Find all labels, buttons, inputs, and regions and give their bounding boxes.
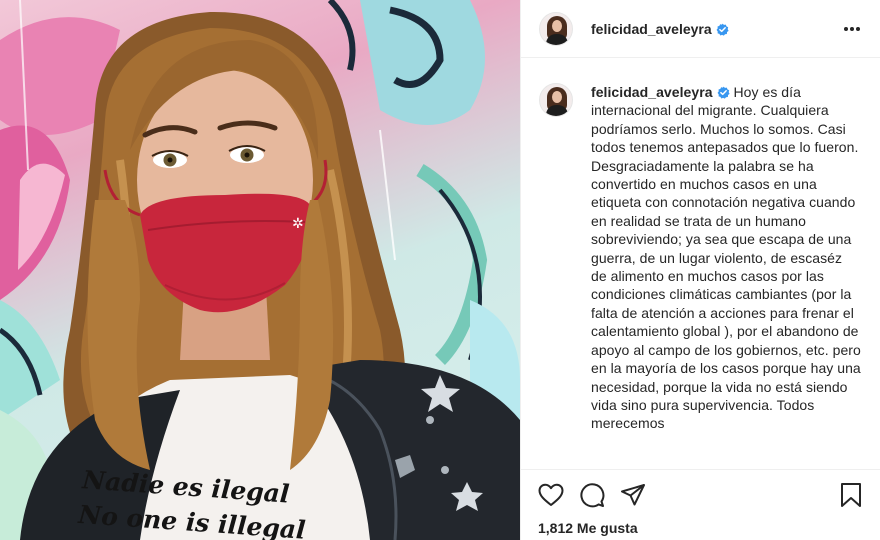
comments-area[interactable]: felicidad_aveleyra Hoy es día internacio… xyxy=(521,59,880,469)
share-icon[interactable] xyxy=(619,481,647,509)
post-side-panel: felicidad_aveleyra felicidad_aveleyra Ho… xyxy=(520,0,880,540)
post-photo[interactable]: ✲ Nadie es ilegal No one is illegal xyxy=(0,0,520,540)
instagram-post: ✲ Nadie es ilegal No one is illegal feli… xyxy=(0,0,880,540)
post-caption: felicidad_aveleyra Hoy es día internacio… xyxy=(591,83,861,433)
comment-icon[interactable] xyxy=(578,481,606,509)
caption-username[interactable]: felicidad_aveleyra xyxy=(591,84,713,100)
more-horizontal-icon[interactable] xyxy=(840,17,864,41)
header-username[interactable]: felicidad_aveleyra xyxy=(591,21,729,37)
post-header: felicidad_aveleyra xyxy=(521,0,880,58)
bookmark-icon[interactable] xyxy=(837,481,865,509)
header-username-text[interactable]: felicidad_aveleyra xyxy=(591,21,712,37)
verified-badge-icon xyxy=(716,23,729,36)
heart-icon[interactable] xyxy=(537,481,565,509)
caption-avatar[interactable] xyxy=(539,83,573,117)
caption-text: Hoy es día internacional del migrante. C… xyxy=(591,84,861,432)
photo-illustration: ✲ Nadie es ilegal No one is illegal xyxy=(0,0,520,540)
avatar[interactable] xyxy=(539,11,573,46)
caption-row: felicidad_aveleyra Hoy es día internacio… xyxy=(521,59,880,433)
svg-text:✲: ✲ xyxy=(292,216,304,232)
post-actions: 1,812 Me gusta xyxy=(521,469,880,540)
action-icons-row xyxy=(537,480,865,510)
likes-count[interactable]: 1,812 Me gusta xyxy=(537,520,865,536)
caption-verified-badge-icon xyxy=(717,86,730,99)
